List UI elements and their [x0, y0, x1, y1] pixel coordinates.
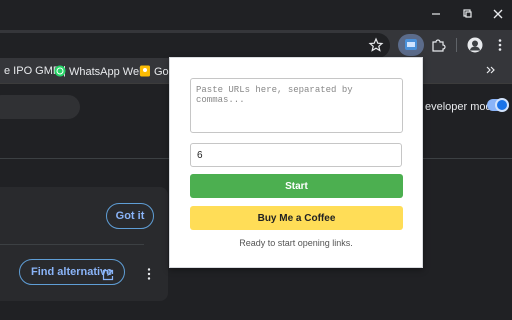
developer-mode-toggle[interactable] [487, 98, 509, 112]
extension-active-icon[interactable] [398, 34, 424, 56]
start-button[interactable]: Start [190, 174, 403, 198]
toolbar [0, 30, 512, 60]
profile-avatar-icon[interactable] [467, 37, 483, 53]
extension-popup: Start Buy Me a Coffee Ready to start ope… [169, 57, 423, 268]
open-external-icon [102, 266, 114, 281]
find-alternative-button[interactable]: Find alternative [19, 259, 125, 285]
whatsapp-icon [54, 65, 66, 77]
extensions-puzzle-icon[interactable] [430, 37, 446, 53]
got-it-button[interactable]: Got it [106, 203, 154, 229]
urls-textarea[interactable] [190, 78, 403, 133]
card-divider [0, 244, 144, 245]
address-bar[interactable] [0, 33, 390, 58]
tab-count-input[interactable] [190, 143, 402, 167]
google-keep-icon [139, 65, 151, 77]
more-bookmarks-icon[interactable] [484, 63, 498, 77]
card-more-icon[interactable] [144, 267, 154, 284]
minimize-icon[interactable] [428, 6, 444, 22]
toggle-knob [495, 98, 509, 112]
title-bar [0, 0, 512, 30]
find-alternative-label: Find alternative [31, 266, 113, 278]
bookmark-star-icon[interactable] [368, 37, 384, 53]
status-text: Ready to start opening links. [239, 238, 353, 248]
toolbar-divider [456, 38, 457, 52]
search-input[interactable] [0, 95, 80, 119]
close-icon[interactable] [490, 6, 506, 22]
bookmark-whatsapp[interactable]: WhatsApp Web [54, 65, 145, 78]
bookmark-whatsapp-label: WhatsApp Web [69, 66, 146, 78]
maximize-icon[interactable] [459, 6, 475, 22]
buy-me-a-coffee-button[interactable]: Buy Me a Coffee [190, 206, 403, 230]
more-menu-icon[interactable] [492, 37, 508, 53]
